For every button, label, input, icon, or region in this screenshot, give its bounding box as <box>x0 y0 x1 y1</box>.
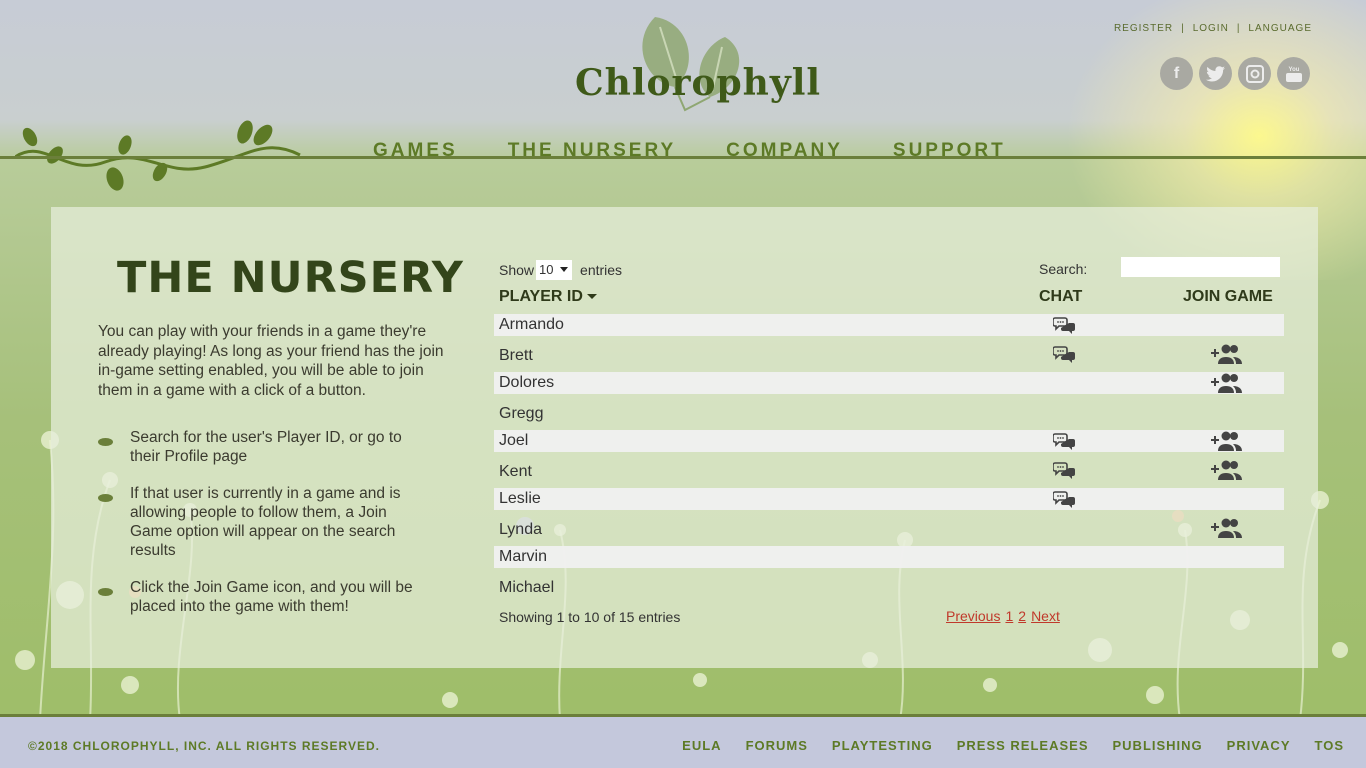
step-item: Search for the user's Player ID, or go t… <box>98 428 428 466</box>
table-info: Showing 1 to 10 of 15 entries <box>499 609 681 625</box>
footer-link-tos[interactable]: TOS <box>1315 738 1345 753</box>
pager-page-2[interactable]: 2 <box>1018 608 1026 624</box>
table-row: Brett <box>494 343 1284 372</box>
youtube-icon[interactable]: You <box>1277 57 1310 90</box>
chat-icon[interactable] <box>1052 490 1075 513</box>
search-input[interactable] <box>1121 257 1280 277</box>
join-game-icon[interactable] <box>1209 517 1243 544</box>
brand-logo[interactable]: Chlorophyll <box>575 12 822 117</box>
join-game-icon[interactable] <box>1209 343 1243 370</box>
copyright: ©2018 CHLOROPHYLL, INC. ALL RIGHTS RESER… <box>28 739 381 753</box>
column-header-player-id[interactable]: PLAYER ID <box>499 288 597 306</box>
leaf-bullet-icon <box>98 578 130 616</box>
player-table: Armando Brett Dolores Gregg Joel Kent Leslie Ly… <box>494 314 1284 604</box>
player-id-cell: Leslie <box>499 490 541 507</box>
table-row: Gregg <box>494 401 1284 430</box>
player-id-cell: Marvin <box>499 548 548 565</box>
player-id-cell: Armando <box>499 316 564 333</box>
top-links: REGISTER | LOGIN | LANGUAGE <box>1114 23 1312 34</box>
step-text: Click the Join Game icon, and you will b… <box>130 579 413 615</box>
footer-link-publishing[interactable]: PUBLISHING <box>1113 738 1203 753</box>
nav-divider <box>0 156 1366 159</box>
player-id-cell: Gregg <box>499 405 544 422</box>
table-row: Joel <box>494 430 1284 452</box>
table-row: Leslie <box>494 488 1284 510</box>
search-label: Search: <box>1039 261 1088 277</box>
join-game-icon[interactable] <box>1209 430 1243 457</box>
show-entries: Show 10 entries <box>499 260 622 280</box>
separator: | <box>1236 23 1241 34</box>
camera-icon <box>1245 64 1264 83</box>
pagination: Previous 1 2 Next <box>946 608 1060 624</box>
table-row: Dolores <box>494 372 1284 394</box>
entries-label: entries <box>580 262 623 278</box>
step-item: If that user is currently in a game and … <box>98 484 428 560</box>
join-game-icon[interactable] <box>1209 372 1243 399</box>
column-header-join-game[interactable]: JOIN GAME <box>1183 288 1273 306</box>
player-id-cell: Michael <box>499 579 555 596</box>
chevron-down-icon <box>560 267 569 272</box>
intro-text: You can play with your friends in a game… <box>98 323 444 399</box>
footer-link-press-releases[interactable]: PRESS RELEASES <box>957 738 1089 753</box>
pager-next[interactable]: Next <box>1031 608 1060 624</box>
pager-page-1[interactable]: 1 <box>1005 608 1013 624</box>
step-text: If that user is currently in a game and … <box>130 485 401 559</box>
twitter-bird-icon <box>1205 65 1225 81</box>
social-links: f You <box>1160 57 1310 90</box>
player-id-cell: Dolores <box>499 374 555 391</box>
footer-link-forums[interactable]: FORUMS <box>746 738 808 753</box>
step-item: Click the Join Game icon, and you will b… <box>98 578 428 616</box>
footer-link-playtesting[interactable]: PLAYTESTING <box>832 738 933 753</box>
player-id-cell: Brett <box>499 347 533 364</box>
entries-value: 10 <box>539 262 554 277</box>
facebook-glyph: f <box>1173 64 1180 82</box>
step-text: Search for the user's Player ID, or go t… <box>130 429 402 465</box>
column-label: PLAYER ID <box>499 288 583 305</box>
table-row: Lynda <box>494 517 1284 546</box>
instagram-icon[interactable] <box>1238 57 1271 90</box>
pager-previous[interactable]: Previous <box>946 608 1000 624</box>
leaf-bullet-icon <box>98 428 130 466</box>
player-id-cell: Joel <box>499 432 529 449</box>
steps-list: Search for the user's Player ID, or go t… <box>98 428 428 634</box>
language-link[interactable]: LANGUAGE <box>1248 23 1312 34</box>
player-id-cell: Kent <box>499 463 532 480</box>
login-link[interactable]: LOGIN <box>1193 23 1229 34</box>
join-game-icon[interactable] <box>1209 459 1243 486</box>
column-header-chat[interactable]: CHAT <box>1039 288 1082 306</box>
footer-links: EULA FORUMS PLAYTESTING PRESS RELEASES P… <box>682 738 1344 753</box>
leaf-bullet-icon <box>98 484 130 560</box>
table-row: Michael <box>494 575 1284 604</box>
brand-name: Chlorophyll <box>575 62 822 104</box>
register-link[interactable]: REGISTER <box>1114 23 1173 34</box>
page-title: THE NURSERY <box>117 253 464 303</box>
separator: | <box>1181 23 1185 34</box>
show-label: Show <box>499 262 535 278</box>
twitter-icon[interactable] <box>1199 57 1232 90</box>
chat-icon[interactable] <box>1052 461 1075 484</box>
youtube-glyph-icon: You <box>1285 67 1302 82</box>
table-row: Marvin <box>494 546 1284 568</box>
table-row: Armando <box>494 314 1284 336</box>
footer-link-privacy[interactable]: PRIVACY <box>1227 738 1291 753</box>
entries-select[interactable]: 10 <box>536 260 573 280</box>
svg-text:You: You <box>1288 67 1299 73</box>
player-id-cell: Lynda <box>499 521 542 538</box>
facebook-icon[interactable]: f <box>1160 57 1193 90</box>
chat-icon[interactable] <box>1052 345 1075 368</box>
chat-icon[interactable] <box>1052 432 1075 455</box>
footer-link-eula[interactable]: EULA <box>682 738 721 753</box>
sort-desc-icon <box>586 294 597 300</box>
chat-icon[interactable] <box>1052 316 1075 339</box>
table-row: Kent <box>494 459 1284 488</box>
